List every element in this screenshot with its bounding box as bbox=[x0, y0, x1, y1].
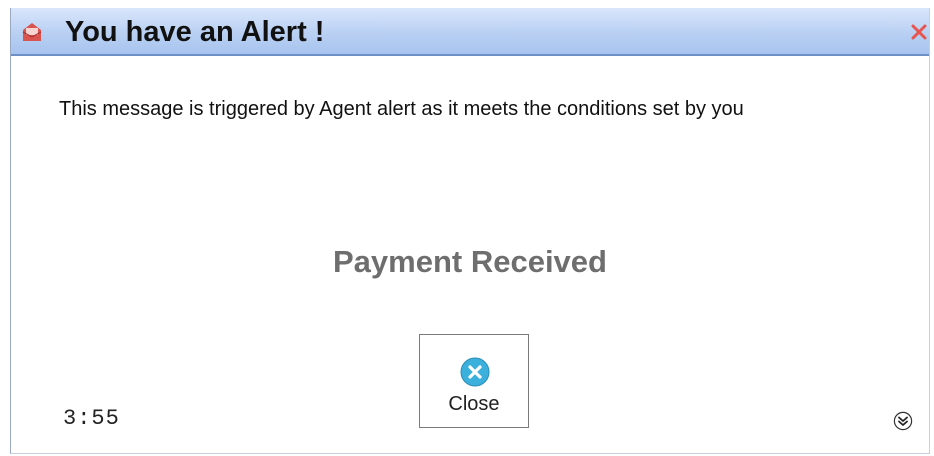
close-button-label: Close bbox=[448, 393, 500, 415]
close-circle-icon bbox=[460, 357, 490, 387]
alert-envelope-icon bbox=[22, 23, 42, 41]
alert-headline: Payment Received bbox=[333, 244, 607, 279]
close-x-icon[interactable] bbox=[909, 22, 929, 42]
alert-message: This message is triggered by Agent alert… bbox=[59, 98, 744, 120]
countdown-timer: 3:55 bbox=[63, 406, 120, 431]
title-bar[interactable]: You have an Alert ! bbox=[11, 8, 929, 56]
window-title: You have an Alert ! bbox=[65, 16, 325, 48]
close-button[interactable]: Close bbox=[419, 334, 529, 428]
alert-window: You have an Alert ! This message is trig… bbox=[10, 8, 930, 454]
double-chevron-down-icon[interactable] bbox=[893, 411, 913, 431]
